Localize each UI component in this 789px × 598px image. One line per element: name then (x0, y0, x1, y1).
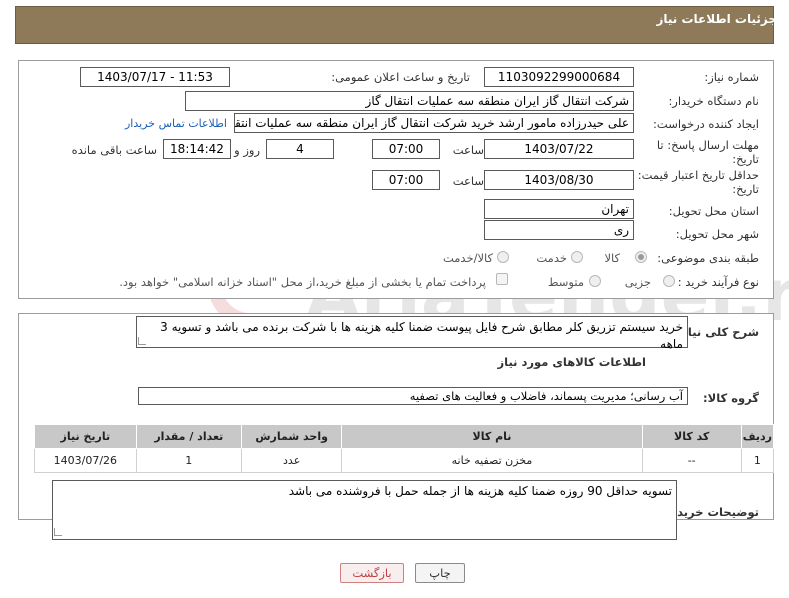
goods-group-field: آب رسانی؛ مدیریت پسماند، فاضلاب و فعالیت… (138, 387, 688, 405)
description-text: خرید سیستم تزریق کلر مطابق شرح فایل پیوس… (136, 316, 688, 351)
category-goods-service-label: کالا/خدمت (442, 251, 493, 265)
reply-deadline-label: مهلت ارسال پاسخ: تا (656, 138, 759, 152)
radio-selected-dot (638, 254, 644, 260)
treasury-payment-note: پرداخت تمام یا بخشی از مبلغ خرید،از محل … (119, 275, 486, 289)
col-goods-code: کد کالا (641, 424, 742, 449)
description-resize-grip[interactable] (138, 337, 146, 345)
requester-field: علی حیدرزاده مامور ارشد خرید شرکت انتقال… (234, 113, 634, 133)
price-validity-label-2: تاریخ: (732, 182, 759, 196)
buyer-org-label: نام دستگاه خریدار: (668, 94, 759, 108)
days-label: روز و (234, 143, 260, 157)
back-button[interactable]: بازگشت (340, 563, 404, 583)
col-goods-name: نام کالا (341, 424, 643, 449)
purchase-medium-label: متوسط (547, 275, 584, 289)
announce-datetime-label: تاریخ و ساعت اعلان عمومی: (331, 70, 470, 84)
category-service-label: خدمت (536, 251, 567, 265)
description-label: شرح کلی نیاز: (676, 325, 759, 339)
cell-row-number: 1 (740, 448, 775, 473)
need-number-field: 1103092299000684 (484, 67, 634, 87)
price-validity-date-field: 1403/08/30 (484, 170, 634, 190)
cell-quantity: 1 (135, 448, 242, 473)
col-quantity: تعداد / مقدار (135, 424, 242, 449)
remaining-time-field: 18:14:42 (163, 139, 231, 159)
purchase-minor-label: جزیی (624, 275, 651, 289)
purchase-minor-radio[interactable] (663, 275, 675, 287)
delivery-city-label: شهر محل تحویل: (675, 227, 759, 241)
page-title: جزئیات اطلاعات نیاز (656, 12, 777, 26)
reply-date-field: 1403/07/22 (484, 139, 634, 159)
cell-unit: عدد (240, 448, 343, 473)
purchase-medium-radio[interactable] (589, 275, 601, 287)
delivery-province-field: تهران (484, 199, 634, 219)
items-table: ردیف کد کالا نام کالا واحد شمارش تعداد /… (34, 424, 775, 473)
purchase-type-label: نوع فرآیند خرید : (677, 275, 759, 289)
price-validity-label: حداقل تاریخ اعتبار قیمت: تا (627, 168, 759, 182)
col-need-date: تاریخ نیاز (34, 424, 137, 449)
reply-time-field: 07:00 (372, 139, 440, 159)
col-unit: واحد شمارش (240, 424, 343, 449)
goods-info-title: اطلاعات کالاهای مورد نیاز (497, 355, 646, 369)
requester-label: ایجاد کننده درخواست: (653, 117, 759, 131)
print-button[interactable]: چاپ (415, 563, 465, 583)
cell-need-date: 1403/07/26 (34, 448, 137, 473)
category-label: طبقه بندی موضوعی: (657, 251, 759, 265)
buyer-contact-link[interactable]: اطلاعات تماس خریدار (125, 117, 227, 130)
reply-days-field: 4 (266, 139, 334, 159)
delivery-city-field: ری (484, 220, 634, 240)
col-row-number: ردیف (740, 424, 775, 449)
reply-time-label: ساعت (452, 143, 484, 157)
table-row: 1 -- مخزن تصفیه خانه عدد 1 1403/07/26 (34, 448, 775, 473)
need-number-label: شماره نیاز: (704, 70, 759, 84)
table-header-row: ردیف کد کالا نام کالا واحد شمارش تعداد /… (34, 424, 775, 449)
price-validity-time-label: ساعت (452, 174, 484, 188)
category-goods-service-radio[interactable] (497, 251, 509, 263)
category-service-radio[interactable] (571, 251, 583, 263)
remaining-label: ساعت باقی مانده (71, 143, 157, 157)
goods-group-label: گروه کالا: (703, 391, 759, 405)
buyer-notes-text: تسویه حداقل 90 روزه ضمنا کلیه هزینه ها ا… (52, 480, 677, 540)
category-goods-radio[interactable] (635, 251, 647, 263)
announce-datetime-field: 1403/07/17 - 11:53 (80, 67, 230, 87)
buyer-org-field: شرکت انتقال گاز ایران منطقه سه عملیات ان… (185, 91, 634, 111)
delivery-province-label: استان محل تحویل: (668, 204, 759, 218)
buyer-notes-resize-grip[interactable] (54, 528, 62, 536)
price-validity-time-field: 07:00 (372, 170, 440, 190)
cell-goods-code: -- (641, 448, 742, 473)
category-goods-label: کالا (604, 251, 620, 265)
reply-deadline-label-2: تاریخ: (732, 152, 759, 166)
treasury-payment-checkbox[interactable] (496, 273, 508, 285)
cell-goods-name: مخزن تصفیه خانه (341, 448, 643, 473)
